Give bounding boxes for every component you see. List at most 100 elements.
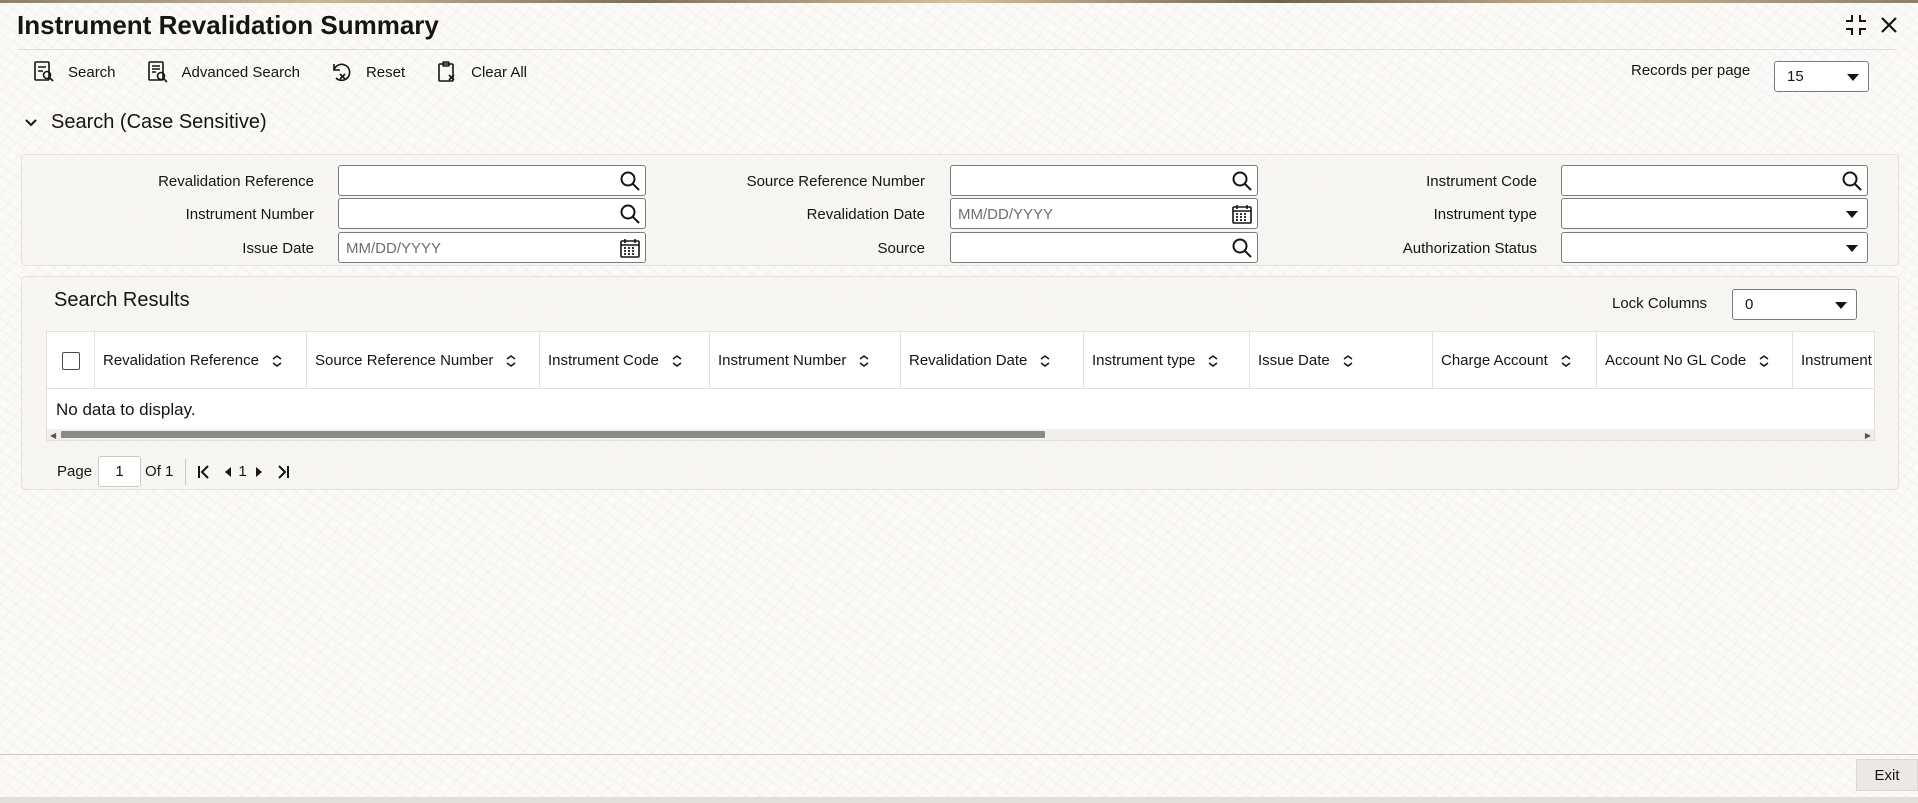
search-button-label: Search	[68, 63, 116, 81]
scrollbar-thumb[interactable]	[61, 431, 1045, 438]
page-total-label: Of 1	[145, 463, 174, 480]
search-icon[interactable]	[619, 203, 641, 225]
minimize-icon[interactable]	[1843, 12, 1869, 38]
advanced-search-button-label: Advanced Search	[181, 63, 300, 81]
sort-icon[interactable]	[671, 354, 683, 368]
lock-columns-value: 0	[1745, 296, 1754, 313]
bottom-strip	[0, 797, 1918, 803]
close-icon[interactable]	[1876, 12, 1902, 38]
sort-icon[interactable]	[1560, 354, 1572, 368]
search-icon[interactable]	[1841, 170, 1863, 192]
column-header-label: Account No GL Code	[1605, 352, 1747, 369]
instrument-code-label: Instrument Code	[1426, 173, 1537, 190]
source-reference-number-input[interactable]	[950, 165, 1258, 196]
advanced-search-button[interactable]: Advanced Search	[146, 60, 300, 84]
source-reference-number-label: Source Reference Number	[746, 173, 925, 190]
instrument-code-input[interactable]	[1561, 165, 1868, 196]
column-header[interactable]: Account No GL Code	[1597, 332, 1793, 389]
search-doc-icon	[34, 61, 54, 82]
records-per-page-select[interactable]: 15	[1774, 61, 1869, 92]
lock-columns-label: Lock Columns	[1612, 295, 1708, 312]
source-label: Source	[877, 240, 925, 257]
chevron-down-icon	[25, 118, 37, 126]
revalidation-reference-input[interactable]	[338, 165, 646, 196]
instrument-type-label: Instrument type	[1433, 206, 1537, 223]
records-per-page-label: Records per page	[1631, 62, 1751, 79]
previous-page-button[interactable]	[222, 465, 234, 479]
authorization-status-label: Authorization Status	[1402, 240, 1537, 257]
sort-icon[interactable]	[1039, 354, 1051, 368]
column-header[interactable]: Instrument Number	[710, 332, 901, 389]
page-number-input[interactable]: 1	[98, 456, 142, 487]
column-header-label: Source Reference Number	[315, 352, 494, 369]
column-header[interactable]: Instrument Code	[540, 332, 710, 389]
toolbar: Search Advanced Search Reset Clear All	[32, 60, 557, 84]
authorization-status-select[interactable]	[1561, 232, 1868, 263]
advanced-search-icon	[147, 61, 168, 83]
exit-button[interactable]: Exit	[1856, 759, 1918, 791]
sort-icon[interactable]	[1342, 354, 1354, 368]
next-page-button[interactable]	[253, 465, 265, 479]
column-header[interactable]: Revalidation Reference	[95, 332, 307, 389]
clear-all-button[interactable]: Clear All	[435, 60, 527, 84]
revalidation-date-placeholder: MM/DD/YYYY	[958, 206, 1054, 223]
select-all-checkbox[interactable]	[62, 352, 80, 370]
clear-all-button-label: Clear All	[471, 63, 527, 81]
column-header-label: Instrument Code	[548, 352, 659, 369]
first-page-icon	[198, 464, 210, 479]
issue-date-placeholder: MM/DD/YYYY	[346, 240, 442, 257]
current-page-number[interactable]: 1	[238, 463, 246, 480]
column-header[interactable]: Revalidation Date	[901, 332, 1084, 389]
reset-button-label: Reset	[365, 63, 406, 81]
header-divider	[17, 49, 1897, 50]
column-header-label: Instrument type	[1092, 352, 1196, 369]
column-header-label: Issue Date	[1258, 352, 1330, 369]
reset-icon	[333, 63, 351, 82]
column-header-label: Instrument Number	[718, 352, 847, 369]
column-header-label: Revalidation Reference	[103, 352, 259, 369]
source-input[interactable]	[950, 232, 1258, 263]
sort-icon[interactable]	[505, 354, 517, 368]
select-all-cell	[47, 332, 95, 389]
column-header[interactable]: Source Reference Number	[307, 332, 540, 389]
search-results-title: Search Results	[54, 289, 190, 311]
column-header[interactable]: Instrument	[1793, 332, 1874, 389]
column-header[interactable]: Instrument type	[1084, 332, 1250, 389]
lock-columns-select[interactable]: 0	[1732, 289, 1857, 320]
search-icon[interactable]	[1231, 237, 1253, 259]
revalidation-date-input[interactable]: MM/DD/YYYY	[950, 198, 1258, 229]
search-button[interactable]: Search	[32, 60, 116, 84]
sort-icon[interactable]	[271, 354, 283, 368]
column-header-label: Revalidation Date	[909, 352, 1028, 369]
chevron-down-icon	[1847, 74, 1859, 81]
results-table: Revalidation Reference Source Reference …	[46, 331, 1875, 441]
table-header: Revalidation Reference Source Reference …	[47, 332, 1874, 389]
sort-icon[interactable]	[858, 354, 870, 368]
calendar-icon[interactable]	[1231, 203, 1253, 225]
records-per-page-value: 15	[1787, 68, 1804, 85]
footer-divider	[0, 754, 1918, 755]
first-page-button[interactable]	[196, 464, 212, 480]
instrument-number-input[interactable]	[338, 198, 646, 229]
last-page-button[interactable]	[275, 464, 291, 480]
page-label: Page	[57, 463, 93, 480]
revalidation-reference-label: Revalidation Reference	[158, 173, 314, 190]
page-number-value: 1	[115, 463, 124, 480]
scroll-right-icon[interactable]: ▶	[1865, 431, 1871, 440]
issue-date-input[interactable]: MM/DD/YYYY	[338, 232, 646, 263]
search-icon[interactable]	[619, 170, 641, 192]
calendar-icon[interactable]	[619, 237, 641, 259]
instrument-type-select[interactable]	[1561, 198, 1868, 229]
clipboard-clear-icon	[438, 61, 455, 82]
horizontal-scrollbar[interactable]: ◀ ▶	[47, 429, 1874, 440]
scroll-left-icon[interactable]: ◀	[50, 431, 56, 440]
issue-date-label: Issue Date	[242, 240, 314, 257]
sort-icon[interactable]	[1758, 354, 1770, 368]
sort-icon[interactable]	[1207, 354, 1219, 368]
column-header[interactable]: Issue Date	[1250, 332, 1433, 389]
column-header[interactable]: Charge Account	[1433, 332, 1597, 389]
chevron-down-icon	[1846, 245, 1858, 252]
search-section-toggle[interactable]: Search (Case Sensitive)	[23, 111, 267, 134]
search-icon[interactable]	[1231, 170, 1253, 192]
reset-button[interactable]: Reset	[330, 60, 405, 84]
